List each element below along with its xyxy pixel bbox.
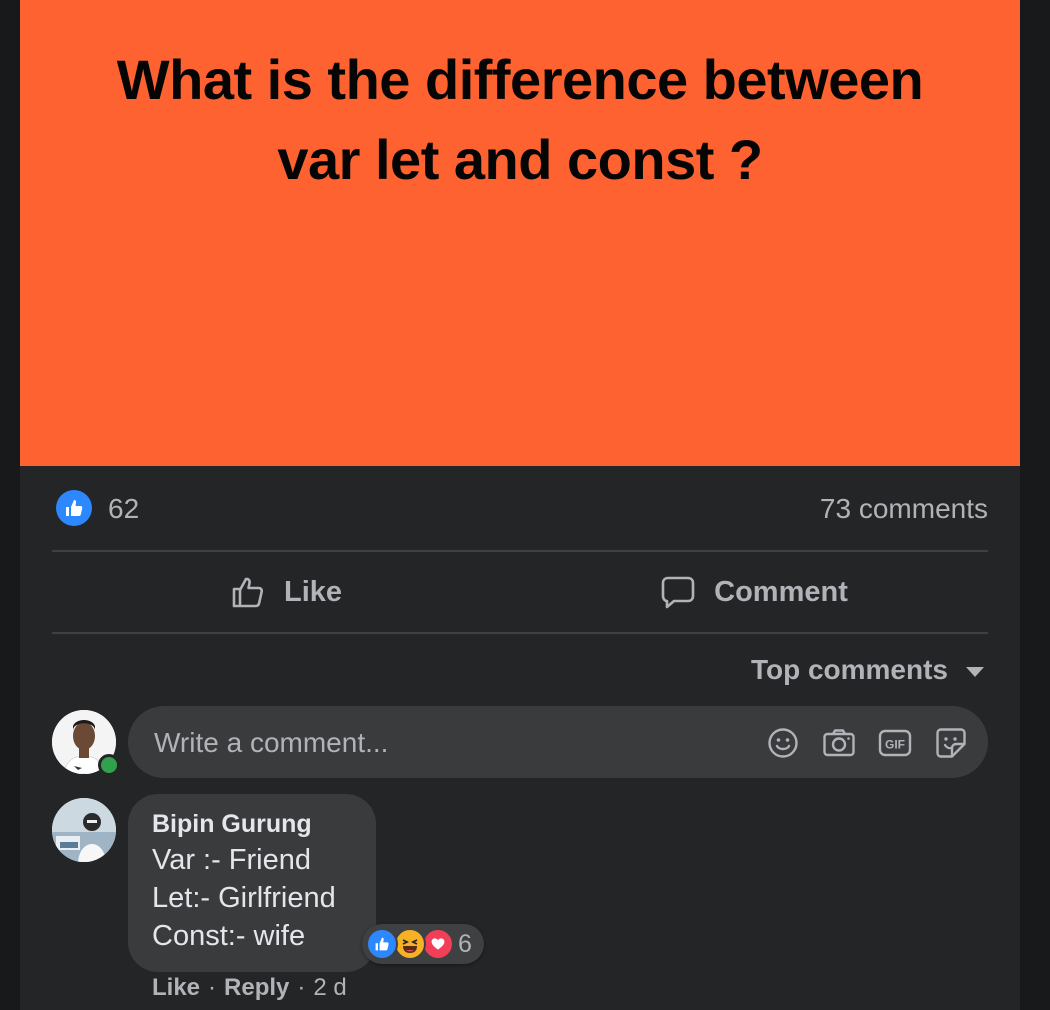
haha-reaction-icon: [394, 928, 426, 960]
comment-button[interactable]: Comment: [520, 552, 988, 632]
svg-text:GIF: GIF: [885, 738, 905, 752]
camera-icon[interactable]: [822, 726, 856, 760]
commenter-avatar[interactable]: [52, 798, 116, 862]
reaction-count: 6: [458, 930, 472, 958]
comment-input[interactable]: [152, 706, 716, 780]
post-image-text: What is the difference between var let a…: [20, 40, 1020, 200]
comment-text-line: Let:- Girlfriend: [152, 882, 336, 914]
comment-text-line: Var :- Friend: [152, 844, 312, 876]
post-image-text-line-2: var let and const ?: [277, 128, 763, 191]
online-status-dot: [98, 754, 120, 776]
comment-timestamp[interactable]: 2 d: [313, 974, 346, 1002]
like-button[interactable]: Like: [52, 552, 520, 632]
gif-icon[interactable]: GIF: [878, 726, 912, 760]
like-count[interactable]: 62: [108, 493, 139, 525]
post-stats: 62 73 comments: [52, 486, 988, 530]
like-reaction-icon: [366, 928, 398, 960]
emoji-icon[interactable]: [766, 726, 800, 760]
comment-sort-dropdown[interactable]: Top comments: [751, 650, 984, 690]
comment-meta: Like · Reply · 2 d: [152, 974, 347, 1002]
separator: ·: [297, 974, 306, 1001]
comment-composer: GIF: [128, 706, 988, 780]
comment-like-link[interactable]: Like: [152, 974, 200, 1002]
separator: ·: [208, 974, 217, 1001]
comment-bubble: Bipin Gurung Var :- Friend Let:- Girlfri…: [128, 794, 376, 972]
like-button-label: Like: [283, 575, 343, 608]
thumbs-up-icon: [232, 577, 264, 608]
caret-down-icon: [966, 667, 984, 677]
comment-reply-link[interactable]: Reply: [224, 974, 289, 1002]
user-avatar[interactable]: [52, 710, 120, 776]
comment-author[interactable]: Bipin Gurung: [152, 810, 312, 839]
post-card: What is the difference between var let a…: [20, 0, 1020, 1010]
comment-sort-label: Top comments: [750, 654, 948, 685]
divider: [52, 632, 988, 634]
comments-count[interactable]: 73 comments: [820, 493, 988, 525]
sticker-icon[interactable]: [934, 726, 968, 760]
comment-text-line: Const:- wife: [152, 920, 306, 952]
comment-icon: [661, 576, 695, 609]
post-image[interactable]: What is the difference between var let a…: [20, 0, 1020, 466]
post-image-text-line-1: What is the difference between: [116, 48, 924, 111]
like-reaction-icon[interactable]: [56, 490, 92, 526]
comment-reactions[interactable]: 6: [362, 924, 484, 964]
post-actions: Like Comment: [52, 552, 988, 632]
love-reaction-icon: [422, 928, 454, 960]
comment-button-label: Comment: [714, 575, 848, 608]
